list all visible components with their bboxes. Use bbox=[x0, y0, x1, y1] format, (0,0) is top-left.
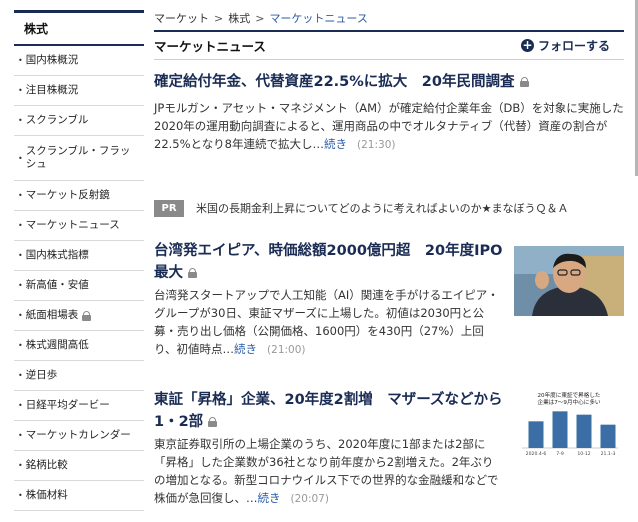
lock-icon bbox=[208, 417, 218, 427]
bullet-icon: • bbox=[18, 401, 23, 410]
bullet-icon: • bbox=[18, 491, 23, 500]
article-title[interactable]: 台湾発エイピア、時価総額2000億円超 20年度IPO最大 bbox=[154, 240, 504, 284]
read-more-link[interactable]: 続き bbox=[258, 491, 281, 505]
bullet-icon: • bbox=[18, 116, 23, 125]
sidebar-item[interactable]: • 紙面相場表 bbox=[14, 301, 144, 331]
chart-bar bbox=[552, 411, 568, 448]
section-title: マーケットニュース bbox=[154, 39, 266, 54]
sidebar: 株式 • 国内株概況 • 注目株概況 • スクランブル • スクランブル・フラッシュ • マーケッ… bbox=[14, 10, 144, 511]
article-thumbnail-photo[interactable] bbox=[514, 246, 624, 316]
bullet-icon: • bbox=[18, 281, 23, 290]
sidebar-item-label: 新高値・安値 bbox=[25, 279, 89, 291]
sidebar-item-label: 銘柄比較 bbox=[25, 459, 68, 471]
article-title[interactable]: 確定給付年金、代替資産22.5%に拡大 20年民間調査 bbox=[154, 71, 624, 93]
breadcrumb-item-current[interactable]: マーケットニュース bbox=[269, 12, 367, 25]
sidebar-item[interactable]: • 注目株概況 bbox=[14, 76, 144, 106]
section-header: マーケットニュース + フォローする bbox=[154, 30, 624, 60]
pr-badge: PR bbox=[154, 199, 184, 217]
lock-icon bbox=[188, 268, 198, 278]
chart-bar bbox=[576, 414, 592, 448]
main-content: マーケット > 株式 > マーケットニュース マーケットニュース + フォローする 確定… bbox=[154, 0, 624, 505]
follow-button[interactable]: + フォローする bbox=[520, 37, 610, 54]
article-summary-text: 台湾発スタートアップで人工知能（AI）関連を手がけるエイピア・グループが30日、… bbox=[154, 288, 499, 356]
sidebar-item-label: 株式週間高低 bbox=[25, 339, 89, 351]
chart-tick-label: 21.1-3 bbox=[601, 451, 616, 457]
article-timestamp: (21:00) bbox=[267, 344, 306, 356]
article-title[interactable]: 東証「昇格」企業、20年度2割増 マザーズなどから1・2部 bbox=[154, 389, 504, 433]
bullet-icon: • bbox=[18, 461, 23, 470]
article-title-text[interactable]: 確定給付年金、代替資産22.5%に拡大 20年民間調査 bbox=[154, 74, 514, 90]
article-summary: JPモルガン・アセット・マネジメント（AM）が確定給付企業年金（DB）を対象に実… bbox=[154, 99, 624, 154]
plus-circle-icon: + bbox=[520, 38, 534, 52]
sidebar-item-label: 日経平均ダービー bbox=[25, 399, 110, 411]
bullet-icon: • bbox=[18, 371, 23, 380]
chart-tick-label: 7-9 bbox=[556, 451, 564, 457]
chart-bar bbox=[528, 421, 544, 448]
bullet-icon: • bbox=[18, 431, 23, 440]
sidebar-item-label: 紙面相場表 bbox=[25, 309, 79, 321]
sidebar-item-label: スクランブル・フラッシュ bbox=[25, 145, 131, 170]
bullet-icon: • bbox=[18, 56, 23, 65]
breadcrumb: マーケット > 株式 > マーケットニュース bbox=[154, 0, 624, 30]
sidebar-item[interactable]: • スクランブル bbox=[14, 106, 144, 136]
chart-tick-label: 2020.4-6 bbox=[526, 451, 547, 457]
article-timestamp: (20:07) bbox=[290, 493, 329, 505]
sidebar-item-label: 逆日歩 bbox=[25, 369, 58, 381]
mini-bar-chart: 20年度に東証で昇格した企業は7～9月中心に多い 2020.4-6 7-9 10-12… bbox=[522, 391, 618, 457]
article-item: 確定給付年金、代替資産22.5%に拡大 20年民間調査 JPモルガン・アセット・… bbox=[154, 71, 624, 154]
article-summary-block: 東京証券取引所の上場企業のうち、2020年度に1部または2部に「昇格」した企業数… bbox=[154, 435, 504, 508]
article-thumbnail-chart[interactable]: 20年度に東証で昇格した 企業は7～9月中心に多い 2020.4-6 7-9 10-12… bbox=[516, 390, 622, 458]
sidebar-item[interactable]: • 国内株式指標 bbox=[14, 241, 144, 271]
sidebar-heading: 株式 bbox=[14, 13, 144, 46]
sidebar-item-label: マーケット反射鏡 bbox=[25, 189, 110, 201]
lock-icon bbox=[82, 310, 92, 321]
sidebar-item-label: 注目株概況 bbox=[25, 84, 79, 96]
bullet-icon: • bbox=[18, 341, 23, 350]
article-summary-block: 台湾発スタートアップで人工知能（AI）関連を手がけるエイピア・グループが30日、… bbox=[154, 286, 504, 359]
person-photo-icon bbox=[514, 246, 624, 316]
chart-bar bbox=[600, 424, 616, 448]
article-title-text[interactable]: 台湾発エイピア、時価総額2000億円超 20年度IPO最大 bbox=[154, 243, 502, 281]
sidebar-item-label: 国内株式指標 bbox=[25, 249, 89, 261]
sidebar-item[interactable]: • 国内株概況 bbox=[14, 46, 144, 76]
pr-banner: PR 米国の長期金利上昇についてどのように考えればよいのか★まなぼうＱ＆Ａ bbox=[154, 197, 624, 219]
sidebar-item[interactable]: • マーケットカレンダー bbox=[14, 421, 144, 451]
follow-label: フォローする bbox=[537, 39, 610, 53]
sidebar-item-label: マーケットニュース bbox=[25, 219, 120, 231]
bullet-icon: • bbox=[18, 191, 23, 200]
breadcrumb-separator: > bbox=[214, 12, 224, 25]
sidebar-item[interactable]: • マーケット反射鏡 bbox=[14, 181, 144, 211]
chart-title-line1: 20年度に東証で昇格した bbox=[537, 391, 600, 399]
bullet-icon: • bbox=[18, 86, 23, 95]
bullet-icon: • bbox=[18, 311, 23, 320]
sidebar-item[interactable]: • 日経平均ダービー bbox=[14, 391, 144, 421]
sidebar-item[interactable]: • 新高値・安値 bbox=[14, 271, 144, 301]
sidebar-item-label: 株価材料 bbox=[25, 489, 68, 501]
chart-title-line2: 企業は7～9月中心に多い bbox=[537, 398, 600, 406]
read-more-link[interactable]: 続き bbox=[234, 342, 257, 356]
sidebar-item-label: スクランブル bbox=[25, 114, 89, 126]
bullet-icon: • bbox=[18, 153, 23, 163]
chart-tick-label: 10-12 bbox=[577, 451, 590, 457]
sidebar-item[interactable]: • スクランブル・フラッシュ bbox=[14, 136, 144, 181]
article-timestamp: (21:30) bbox=[357, 139, 396, 151]
sidebar-item-label: マーケットカレンダー bbox=[25, 429, 131, 441]
sidebar-item[interactable]: • マーケットニュース bbox=[14, 211, 144, 241]
lock-icon bbox=[519, 77, 529, 87]
pr-link[interactable]: 米国の長期金利上昇についてどのように考えればよいのか★まなぼうＱ＆Ａ bbox=[196, 200, 569, 216]
read-more-link[interactable]: 続き bbox=[324, 137, 347, 151]
bullet-icon: • bbox=[18, 251, 23, 260]
sidebar-item[interactable]: • 株価材料 bbox=[14, 481, 144, 511]
sidebar-item-label: 国内株概況 bbox=[25, 54, 79, 66]
sidebar-item[interactable]: • 銘柄比較 bbox=[14, 451, 144, 481]
breadcrumb-item-market[interactable]: マーケット bbox=[154, 12, 209, 25]
article-title-text[interactable]: 東証「昇格」企業、20年度2割増 マザーズなどから1・2部 bbox=[154, 392, 503, 430]
breadcrumb-separator: > bbox=[255, 12, 265, 25]
bullet-icon: • bbox=[18, 221, 23, 230]
breadcrumb-item-stocks[interactable]: 株式 bbox=[228, 12, 250, 25]
sidebar-list: • 国内株概況 • 注目株概況 • スクランブル • スクランブル・フラッシュ • マーケット反射… bbox=[14, 46, 144, 511]
sidebar-item[interactable]: • 株式週間高低 bbox=[14, 331, 144, 361]
sidebar-item[interactable]: • 逆日歩 bbox=[14, 361, 144, 391]
